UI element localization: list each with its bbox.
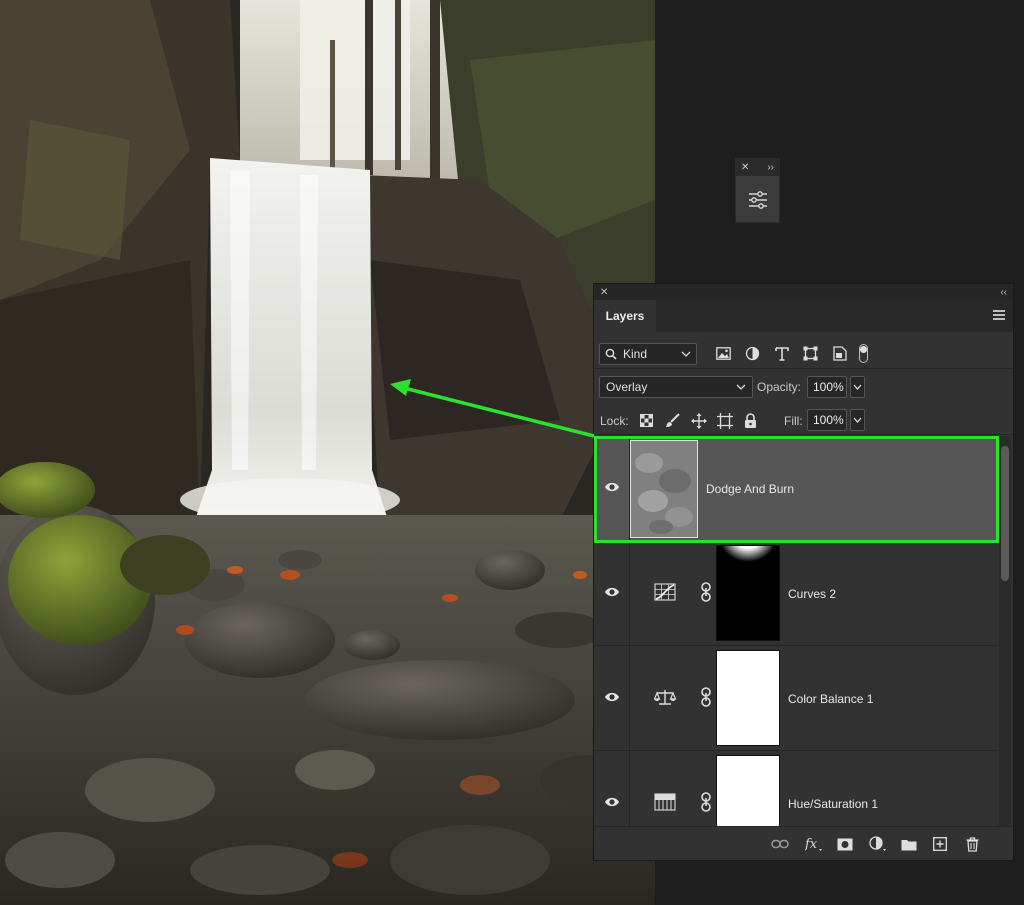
color-balance-adjustment-icon[interactable] xyxy=(654,688,676,706)
adjustment-layer-filter-icon[interactable] xyxy=(743,344,762,363)
opacity-value: 100% xyxy=(813,380,844,394)
new-adjustment-layer-icon[interactable] xyxy=(869,835,887,853)
adjustments-panel-button[interactable] xyxy=(736,176,779,224)
opacity-dropdown-button[interactable] xyxy=(850,376,865,398)
layer-row-curves-2[interactable]: Curves 2 xyxy=(594,541,998,646)
new-layer-icon[interactable] xyxy=(931,835,949,853)
layer-thumbnail xyxy=(630,440,698,538)
lock-artboard-icon[interactable] xyxy=(716,412,733,429)
chain-link-icon[interactable] xyxy=(700,792,712,812)
close-icon[interactable]: ✕ xyxy=(600,287,608,298)
chevron-down-icon xyxy=(853,384,862,390)
tab-layers-label: Layers xyxy=(605,309,645,323)
filter-kind-select[interactable]: Kind xyxy=(599,343,697,365)
svg-text:fx: fx xyxy=(805,837,818,852)
visibility-column xyxy=(594,751,630,826)
collapsed-panel-header: ✕ ›› xyxy=(736,159,779,176)
search-icon xyxy=(605,348,617,360)
fill-value: 100% xyxy=(813,413,844,427)
layer-style-fx-icon[interactable]: fx xyxy=(805,835,823,853)
filter-toggle-switch[interactable] xyxy=(859,344,868,363)
delete-layer-trash-icon[interactable] xyxy=(963,835,981,853)
fill-dropdown-button[interactable] xyxy=(850,409,865,431)
filter-kind-label: Kind xyxy=(623,347,648,361)
shape-layer-filter-icon[interactable] xyxy=(801,344,820,363)
blend-mode-select[interactable]: Overlay xyxy=(599,376,753,398)
panel-divider xyxy=(594,368,1013,369)
layer-mask-thumbnail[interactable] xyxy=(716,755,780,826)
smart-object-filter-icon[interactable] xyxy=(830,344,849,363)
layers-panel: ✕ ‹‹ Layers Kind Overlay Opacity: 100% L… xyxy=(593,283,1014,861)
lock-options xyxy=(638,412,759,429)
chevron-down-icon xyxy=(853,417,862,423)
layer-list: Dodge And Burn Curves 2 Color Balance 1 xyxy=(594,436,998,826)
expand-panels-icon[interactable]: ›› xyxy=(767,162,774,173)
type-layer-filter-icon[interactable] xyxy=(772,344,791,363)
layer-name[interactable]: Hue/Saturation 1 xyxy=(788,797,878,811)
layer-name[interactable]: Curves 2 xyxy=(788,587,836,601)
layer-name[interactable]: Dodge And Burn xyxy=(706,482,794,496)
chain-link-icon[interactable] xyxy=(700,582,712,602)
eye-icon[interactable] xyxy=(604,586,620,598)
opacity-label: Opacity: xyxy=(757,380,802,394)
lock-transparent-pixels-icon[interactable] xyxy=(638,412,655,429)
eye-icon[interactable] xyxy=(604,481,620,493)
lock-label: Lock: xyxy=(600,414,629,428)
collapsed-adjustments-panel: ✕ ›› xyxy=(735,158,780,223)
fill-input[interactable]: 100% xyxy=(807,409,847,431)
layer-row-color-balance-1[interactable]: Color Balance 1 xyxy=(594,646,998,751)
lock-all-icon[interactable] xyxy=(742,412,759,429)
tab-layers[interactable]: Layers xyxy=(594,300,656,332)
collapse-panel-icon[interactable]: ‹‹ xyxy=(1000,287,1007,298)
scrollbar-thumb[interactable] xyxy=(1001,446,1009,581)
panel-tab-row: Layers xyxy=(594,300,1013,332)
panel-header-strip: ✕ ‹‹ xyxy=(594,284,1013,300)
layer-list-scrollbar[interactable] xyxy=(999,436,1011,826)
panel-menu-icon[interactable] xyxy=(993,310,1005,320)
chevron-down-icon xyxy=(681,351,691,357)
lock-position-icon[interactable] xyxy=(690,412,707,429)
waterfall-photo xyxy=(0,0,655,905)
close-icon[interactable]: ✕ xyxy=(741,162,749,173)
pixel-layer-filter-icon[interactable] xyxy=(714,344,733,363)
panel-divider xyxy=(594,434,1013,435)
layer-filter-icons xyxy=(714,344,849,363)
blend-mode-value: Overlay xyxy=(606,380,648,394)
layer-name[interactable]: Color Balance 1 xyxy=(788,692,873,706)
eye-icon[interactable] xyxy=(604,796,620,808)
lock-image-pixels-icon[interactable] xyxy=(664,412,681,429)
chevron-down-icon xyxy=(736,384,746,390)
hue-saturation-adjustment-icon[interactable] xyxy=(654,793,676,811)
fill-label: Fill: xyxy=(784,414,803,428)
adjustments-icon xyxy=(748,191,767,209)
link-layers-icon[interactable] xyxy=(771,835,789,853)
layer-row-dodge-and-burn[interactable]: Dodge And Burn xyxy=(594,436,998,541)
layers-bottom-toolbar: fx xyxy=(594,826,1013,860)
eye-icon[interactable] xyxy=(604,691,620,703)
new-group-folder-icon[interactable] xyxy=(900,835,918,853)
layer-mask-thumbnail[interactable] xyxy=(716,650,780,746)
add-layer-mask-icon[interactable] xyxy=(836,835,854,853)
opacity-input[interactable]: 100% xyxy=(807,376,847,398)
document-canvas[interactable] xyxy=(0,0,655,905)
chain-link-icon[interactable] xyxy=(700,687,712,707)
layer-mask-thumbnail[interactable] xyxy=(716,545,780,641)
layer-row-hue-saturation-1[interactable]: Hue/Saturation 1 xyxy=(594,751,998,826)
curves-adjustment-icon[interactable] xyxy=(654,583,676,601)
